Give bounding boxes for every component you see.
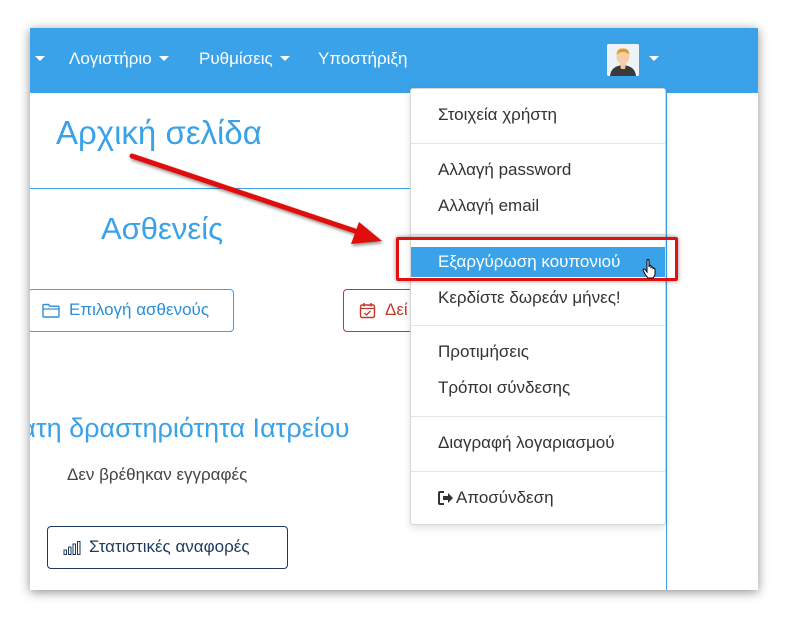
hand-pointer-icon (642, 259, 656, 279)
annotation-highlight-box (396, 237, 678, 281)
app-window: Λογιστήριο Ρυθμίσεις Υποστήριξη Αρχική σ… (30, 28, 758, 590)
annotation-arrow (129, 153, 382, 244)
